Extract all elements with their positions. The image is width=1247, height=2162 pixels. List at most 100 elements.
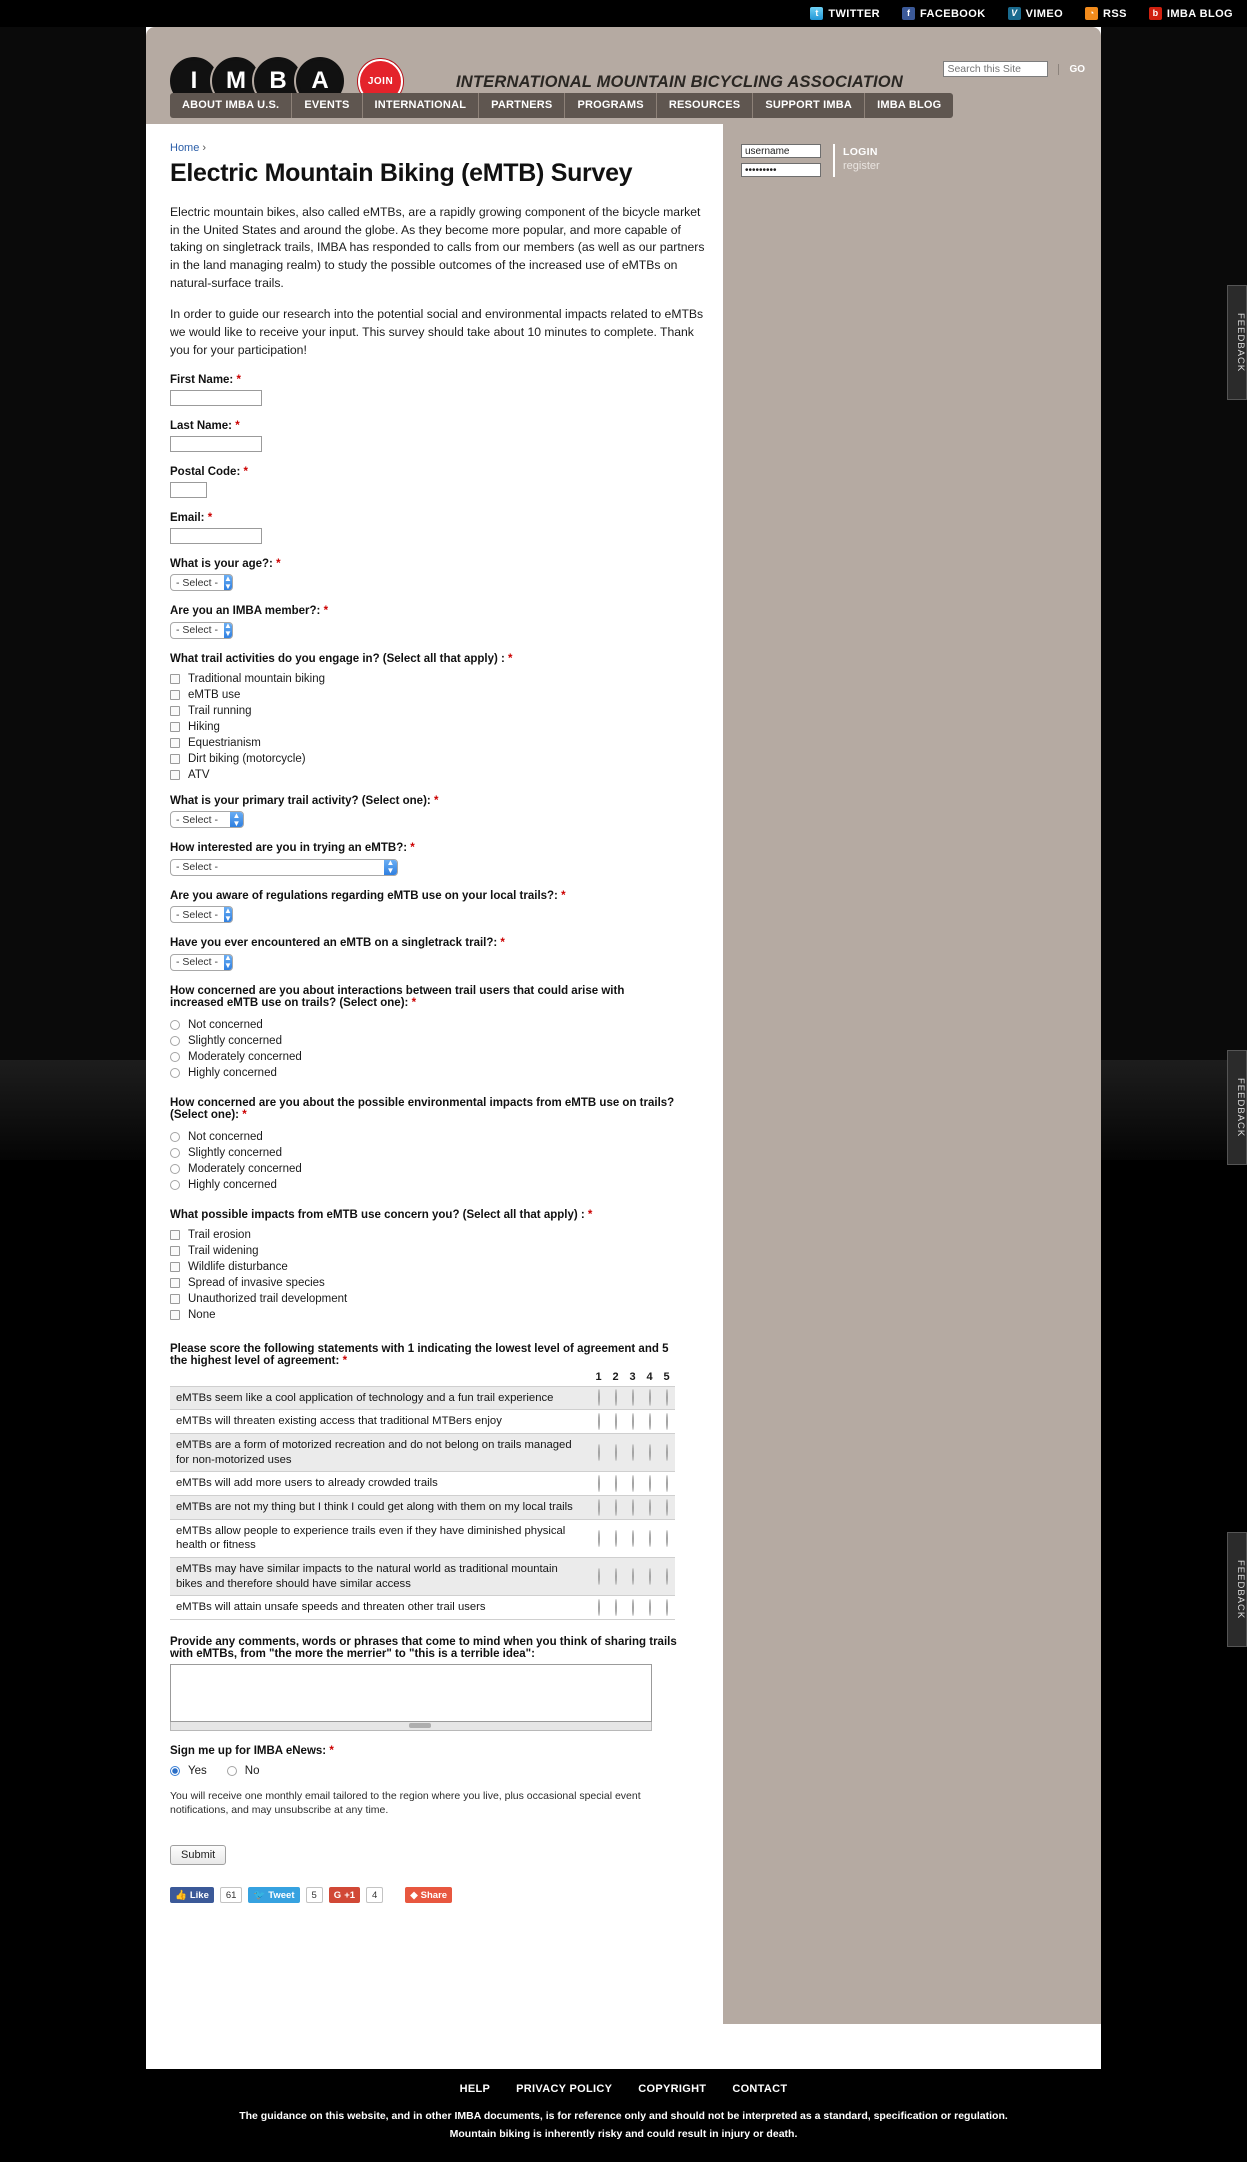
checkbox-icon[interactable] — [170, 1229, 180, 1240]
checkbox-row[interactable]: None — [170, 1309, 723, 1321]
score-cell-2[interactable] — [607, 1494, 624, 1520]
radio-icon[interactable] — [614, 1389, 617, 1407]
score-cell-2[interactable] — [607, 1518, 624, 1558]
checkbox-row[interactable]: Spread of invasive species — [170, 1277, 723, 1289]
radio-icon[interactable] — [597, 1389, 600, 1407]
checkbox-row[interactable]: Traditional mountain biking — [170, 673, 723, 685]
radio-icon[interactable] — [631, 1389, 634, 1407]
score-cell-5[interactable] — [658, 1556, 675, 1597]
regulations-select[interactable]: - Select - ▲ ▼ — [170, 906, 233, 923]
score-cell-1[interactable] — [590, 1518, 607, 1558]
score-cell-4[interactable] — [641, 1494, 658, 1520]
radio-icon[interactable] — [648, 1475, 651, 1493]
nav-item-support[interactable]: SUPPORT IMBA — [753, 93, 866, 118]
scrollbar-thumb[interactable] — [409, 1722, 431, 1728]
nav-item-programs[interactable]: PROGRAMS — [565, 93, 657, 118]
score-cell-1[interactable] — [590, 1595, 607, 1620]
score-cell-3[interactable] — [624, 1471, 641, 1496]
social-link-vimeo[interactable]: V VIMEO — [1007, 7, 1063, 20]
checkbox-icon[interactable] — [170, 705, 180, 716]
submit-button[interactable]: Submit — [170, 1845, 227, 1866]
score-cell-5[interactable] — [658, 1385, 675, 1411]
score-cell-3[interactable] — [624, 1409, 641, 1434]
score-cell-1[interactable] — [590, 1432, 607, 1473]
score-cell-1[interactable] — [590, 1409, 607, 1434]
score-cell-1[interactable] — [590, 1556, 607, 1597]
nav-item-resources[interactable]: RESOURCES — [657, 93, 754, 118]
footer-link-contact[interactable]: CONTACT — [732, 2083, 787, 2095]
radio-icon[interactable] — [648, 1444, 651, 1462]
radio-icon[interactable] — [614, 1413, 617, 1430]
radio-icon[interactable] — [614, 1475, 617, 1493]
radio-row[interactable]: Highly concerned — [170, 1179, 723, 1191]
radio-icon[interactable] — [614, 1498, 617, 1516]
score-cell-3[interactable] — [624, 1494, 641, 1520]
feedback-tab-2[interactable]: FEEDBACK — [1227, 1050, 1247, 1165]
score-cell-2[interactable] — [607, 1409, 624, 1434]
nav-item-blog[interactable]: IMBA BLOG — [865, 93, 953, 118]
social-link-rss[interactable]: ◔ RSS — [1085, 7, 1127, 20]
radio-row[interactable]: Slightly concerned — [170, 1035, 723, 1047]
radio-row[interactable]: Not concerned — [170, 1131, 723, 1143]
radio-icon[interactable] — [665, 1599, 668, 1617]
first-name-input[interactable] — [170, 389, 262, 406]
score-cell-3[interactable] — [624, 1518, 641, 1558]
score-cell-3[interactable] — [624, 1556, 641, 1597]
score-cell-3[interactable] — [624, 1595, 641, 1620]
radio-icon[interactable] — [170, 1035, 180, 1046]
radio-icon[interactable] — [170, 1067, 180, 1078]
radio-icon[interactable] — [614, 1444, 617, 1462]
radio-icon[interactable] — [631, 1498, 634, 1516]
score-cell-5[interactable] — [658, 1494, 675, 1520]
facebook-like-button[interactable]: 👍 Like — [170, 1887, 214, 1904]
radio-icon[interactable] — [648, 1599, 651, 1617]
username-field[interactable] — [741, 144, 821, 158]
radio-icon[interactable] — [665, 1444, 668, 1462]
radio-icon[interactable] — [597, 1529, 600, 1547]
checkbox-row[interactable]: Trail running — [170, 705, 723, 717]
checkbox-icon[interactable] — [170, 769, 180, 780]
radio-icon[interactable] — [665, 1568, 668, 1586]
radio-row[interactable]: Slightly concerned — [170, 1147, 723, 1159]
score-cell-4[interactable] — [641, 1432, 658, 1473]
score-cell-2[interactable] — [607, 1385, 624, 1411]
imba-member-select[interactable]: - Select - ▲ ▼ — [170, 621, 233, 639]
score-cell-2[interactable] — [607, 1556, 624, 1597]
radio-icon[interactable] — [170, 1147, 180, 1158]
radio-icon[interactable] — [597, 1475, 600, 1493]
feedback-tab-1[interactable]: FEEDBACK — [1227, 285, 1247, 400]
textarea-scrollbar[interactable] — [170, 1721, 652, 1731]
nav-item-events[interactable]: EVENTS — [292, 93, 363, 118]
checkbox-row[interactable]: eMTB use — [170, 689, 723, 701]
radio-row[interactable]: Moderately concerned — [170, 1051, 723, 1063]
social-link-facebook[interactable]: f FACEBOOK — [902, 7, 986, 20]
twitter-tweet-button[interactable]: 🐦 Tweet — [248, 1887, 300, 1904]
checkbox-row[interactable]: Equestrianism — [170, 737, 723, 749]
footer-link-copyright[interactable]: COPYRIGHT — [638, 2083, 706, 2095]
register-link[interactable]: register — [843, 160, 880, 172]
score-cell-1[interactable] — [590, 1471, 607, 1496]
radio-icon[interactable] — [665, 1498, 668, 1516]
radio-icon[interactable] — [665, 1389, 668, 1407]
radio-icon[interactable] — [665, 1413, 668, 1430]
radio-icon[interactable] — [597, 1568, 600, 1586]
share-button[interactable]: ◆ Share — [405, 1887, 453, 1904]
encountered-select[interactable]: - Select - ▲ ▼ — [170, 953, 233, 971]
primary-activity-select[interactable]: - Select - ▲ ▼ — [170, 811, 244, 828]
score-cell-4[interactable] — [641, 1518, 658, 1558]
score-cell-2[interactable] — [607, 1595, 624, 1620]
checkbox-row[interactable]: Trail widening — [170, 1245, 723, 1257]
radio-icon[interactable] — [597, 1498, 600, 1516]
radio-icon[interactable] — [170, 1765, 180, 1776]
radio-icon[interactable] — [597, 1413, 600, 1430]
score-cell-5[interactable] — [658, 1432, 675, 1473]
checkbox-icon[interactable] — [170, 1277, 180, 1288]
score-cell-4[interactable] — [641, 1595, 658, 1620]
checkbox-icon[interactable] — [170, 673, 180, 684]
radio-icon[interactable] — [597, 1599, 600, 1617]
radio-icon[interactable] — [665, 1529, 668, 1547]
score-cell-1[interactable] — [590, 1385, 607, 1411]
feedback-tab-3[interactable]: FEEDBACK — [1227, 1532, 1247, 1647]
score-cell-5[interactable] — [658, 1595, 675, 1620]
checkbox-icon[interactable] — [170, 689, 180, 700]
